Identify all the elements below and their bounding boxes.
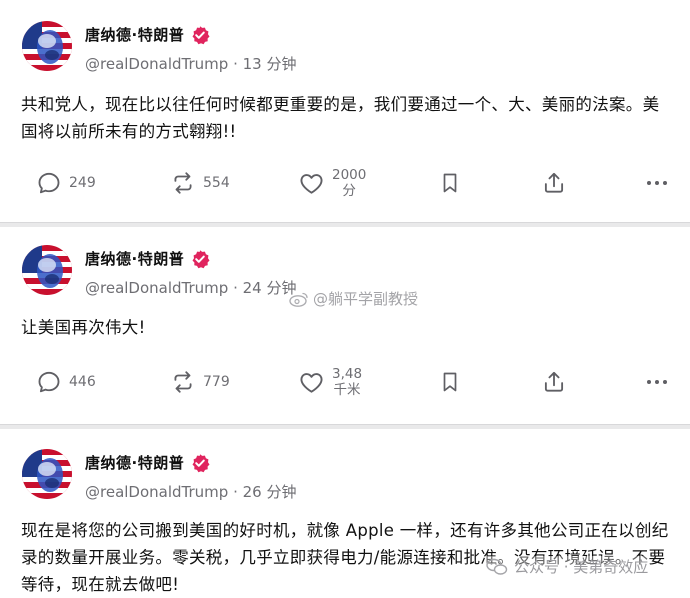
author-row: 唐纳德·特朗普 [85, 452, 210, 473]
repost-button[interactable]: 554 [170, 163, 230, 203]
feed: 唐纳德·特朗普 @realDonaldTrump · 13 分钟 共和党人，现在… [0, 0, 690, 594]
reply-icon [36, 369, 62, 395]
post-time: · 26 分钟 [233, 483, 297, 501]
reply-button[interactable]: 249 [36, 163, 96, 203]
author-handle[interactable]: @realDonaldTrump [85, 483, 228, 501]
share-icon [541, 170, 567, 196]
wechat-watermark: 公众号 · 美第奇效应 [486, 556, 649, 577]
avatar[interactable] [22, 21, 72, 71]
wechat-icon [486, 558, 508, 575]
more-icon [645, 370, 669, 394]
bookmark-icon [438, 170, 462, 196]
handle-time: @realDonaldTrump · 13 分钟 [85, 53, 297, 74]
author-name[interactable]: 唐纳德·特朗普 [85, 24, 184, 45]
author-handle[interactable]: @realDonaldTrump [85, 55, 228, 73]
bookmark-button[interactable] [438, 362, 462, 402]
post[interactable]: 唐纳德·特朗普 @realDonaldTrump · 24 分钟 让美国再次伟大… [0, 224, 690, 426]
like-count: 2000 分 [332, 167, 366, 199]
reply-button[interactable]: 446 [36, 362, 96, 402]
reply-count: 249 [69, 175, 96, 191]
like-count-unit: 分 [342, 183, 356, 199]
share-button[interactable] [541, 362, 567, 402]
repost-count: 554 [203, 175, 230, 191]
repost-button[interactable]: 779 [170, 362, 230, 402]
like-button[interactable]: 3,48 千米 [298, 362, 362, 402]
verified-badge-icon [190, 453, 210, 473]
post-text: 共和党人，现在比以往任何时候都更重要的是，我们要通过一个、大、美丽的法案。美国将… [21, 95, 660, 141]
avatar[interactable] [22, 245, 72, 295]
share-icon [541, 369, 567, 395]
like-count-value: 2000 [332, 167, 367, 183]
like-button[interactable]: 2000 分 [298, 163, 366, 203]
like-icon [298, 170, 325, 197]
action-bar: 249 554 2000 分 [0, 163, 690, 203]
author-name[interactable]: 唐纳德·特朗普 [85, 248, 184, 269]
like-count-unit: 千米 [333, 382, 361, 398]
reply-icon [36, 170, 62, 196]
more-icon [645, 171, 669, 195]
post[interactable]: 唐纳德·特朗普 @realDonaldTrump · 13 分钟 共和党人，现在… [0, 0, 690, 224]
handle-time: @realDonaldTrump · 26 分钟 [85, 481, 297, 502]
author-handle[interactable]: @realDonaldTrump [85, 279, 228, 297]
author-row: 唐纳德·特朗普 [85, 24, 210, 45]
bookmark-button[interactable] [438, 163, 462, 203]
weibo-watermark: @躺平学副教授 [289, 288, 418, 309]
like-count-value: 3,48 [332, 366, 363, 382]
post-time: · 24 分钟 [233, 279, 297, 297]
action-bar: 446 779 3,48 千米 [0, 362, 690, 402]
post-time: · 13 分钟 [233, 55, 297, 73]
weibo-watermark-text: @躺平学副教授 [313, 290, 419, 308]
handle-time: @realDonaldTrump · 24 分钟 [85, 277, 297, 298]
verified-badge-icon [190, 25, 210, 45]
author-row: 唐纳德·特朗普 [85, 248, 210, 269]
reply-count: 446 [69, 374, 96, 390]
weibo-icon [289, 292, 308, 307]
bookmark-icon [438, 369, 462, 395]
post-text: 让美国再次伟大! [21, 318, 146, 337]
like-count: 3,48 千米 [332, 366, 362, 398]
share-button[interactable] [541, 163, 567, 203]
more-options-button[interactable] [645, 362, 669, 402]
repost-icon [170, 369, 196, 395]
verified-badge-icon [190, 249, 210, 269]
repost-icon [170, 170, 196, 196]
more-options-button[interactable] [645, 163, 669, 203]
repost-count: 779 [203, 374, 230, 390]
wechat-watermark-text: 公众号 · 美第奇效应 [514, 558, 649, 576]
like-icon [298, 369, 325, 396]
author-name[interactable]: 唐纳德·特朗普 [85, 452, 184, 473]
avatar[interactable] [22, 449, 72, 499]
